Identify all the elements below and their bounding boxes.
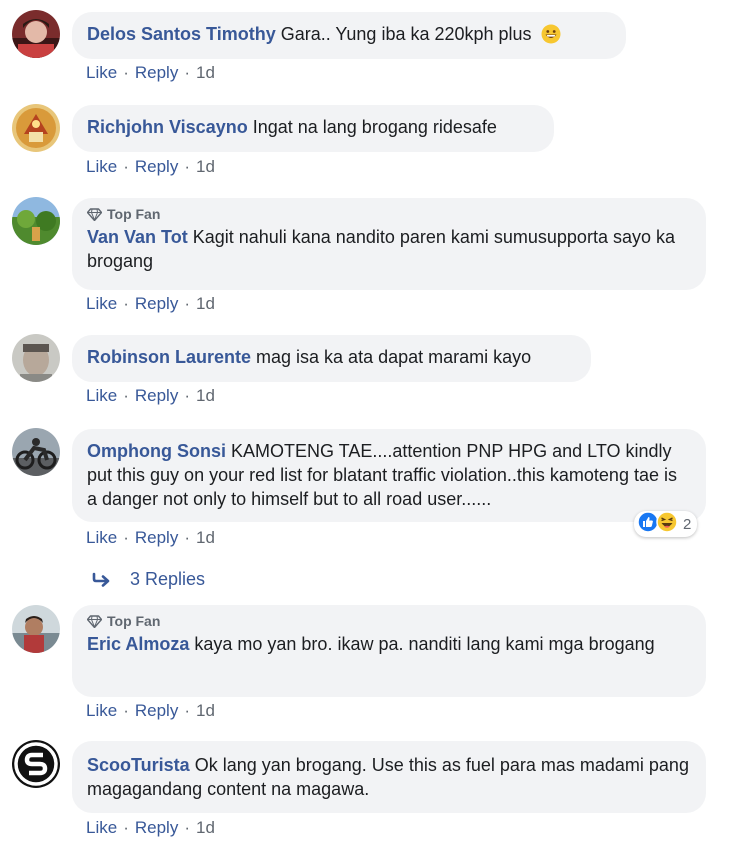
like-link[interactable]: Like [86, 294, 117, 313]
comment-timestamp[interactable]: 1d [196, 63, 215, 82]
comment-author[interactable]: Omphong Sonsi [87, 441, 226, 461]
top-fan-badge: Top Fan [87, 205, 691, 223]
avatar[interactable] [12, 10, 60, 58]
avatar[interactable] [12, 104, 60, 152]
comment-timestamp[interactable]: 1d [196, 294, 215, 313]
reaction-summary[interactable]: 2 [634, 511, 698, 537]
comment-text: Gara.. Yung iba ka 220kph plus [280, 24, 532, 44]
like-link[interactable]: Like [86, 528, 117, 547]
separator: · [123, 528, 129, 547]
separator: · [123, 294, 129, 313]
avatar[interactable] [12, 605, 60, 653]
comment-author[interactable]: ScooTurista [87, 755, 190, 775]
comment-text: Ingat na lang brogang ridesafe [252, 117, 497, 137]
comment-author[interactable]: Eric Almoza [87, 634, 189, 654]
reply-link[interactable]: Reply [135, 818, 178, 837]
separator: · [184, 818, 190, 837]
view-replies-link[interactable]: 3 Replies [92, 567, 205, 591]
comment-actions: Like · Reply · 1d [86, 701, 215, 721]
comment-actions: Like · Reply · 1d [86, 818, 215, 838]
comment-author[interactable]: Delos Santos Timothy [87, 24, 276, 44]
diamond-icon [87, 207, 102, 221]
comment-timestamp[interactable]: 1d [196, 818, 215, 837]
separator: · [184, 157, 190, 176]
reply-link[interactable]: Reply [135, 63, 178, 82]
separator: · [184, 386, 190, 405]
separator: · [123, 386, 129, 405]
avatar[interactable] [12, 197, 60, 245]
like-link[interactable]: Like [86, 157, 117, 176]
separator: · [184, 63, 190, 82]
comment-timestamp[interactable]: 1d [196, 528, 215, 547]
comment-timestamp[interactable]: 1d [196, 157, 215, 176]
reply-link[interactable]: Reply [135, 294, 178, 313]
separator: · [123, 63, 129, 82]
haha-reaction-icon [656, 511, 678, 537]
like-link[interactable]: Like [86, 63, 117, 82]
reply-link[interactable]: Reply [135, 157, 178, 176]
comment-author[interactable]: Van Van Tot [87, 227, 188, 247]
comment-text: kaya mo yan bro. ikaw pa. nanditi lang k… [194, 634, 655, 654]
separator: · [123, 818, 129, 837]
comment-bubble: ScooTurista Ok lang yan brogang. Use this… [72, 741, 706, 813]
comment-actions: Like · Reply · 1d [86, 294, 215, 314]
like-link[interactable]: Like [86, 818, 117, 837]
comment-bubble: Richjohn Viscayno Ingat na lang brogang r… [72, 105, 554, 152]
comment-author[interactable]: Robinson Laurente [87, 347, 251, 367]
separator: · [123, 157, 129, 176]
reply-link[interactable]: Reply [135, 386, 178, 405]
comment-bubble: Robinson Laurente mag isa ka ata dapat ma… [72, 335, 591, 382]
comment-actions: Like · Reply · 1d [86, 157, 215, 177]
comment-timestamp[interactable]: 1d [196, 701, 215, 720]
separator: · [184, 528, 190, 547]
reaction-count: 2 [683, 515, 692, 533]
comment-bubble: Omphong Sonsi KAMOTENG TAE....attention P… [72, 429, 706, 522]
comment-actions: Like · Reply · 1d [86, 528, 215, 548]
replies-count-label[interactable]: 3 Replies [130, 567, 205, 591]
reply-link[interactable]: Reply [135, 528, 178, 547]
comment-actions: Like · Reply · 1d [86, 386, 215, 406]
diamond-icon [87, 614, 102, 628]
avatar[interactable] [12, 740, 60, 788]
top-fan-badge: Top Fan [87, 612, 691, 630]
comment-bubble: Top Fan Eric Almoza kaya mo yan bro. ikaw… [72, 605, 706, 697]
comment-actions: Like · Reply · 1d [86, 63, 215, 83]
like-link[interactable]: Like [86, 386, 117, 405]
reply-link[interactable]: Reply [135, 701, 178, 720]
like-link[interactable]: Like [86, 701, 117, 720]
comment-text: mag isa ka ata dapat marami kayo [256, 347, 532, 367]
separator: · [184, 701, 190, 720]
avatar[interactable] [12, 334, 60, 382]
comment-timestamp[interactable]: 1d [196, 386, 215, 405]
grinning-face-icon [541, 24, 561, 50]
comment-author[interactable]: Richjohn Viscayno [87, 117, 248, 137]
separator: · [123, 701, 129, 720]
separator: · [184, 294, 190, 313]
comment-bubble: Delos Santos Timothy Gara.. Yung iba ka 2… [72, 12, 626, 59]
avatar[interactable] [12, 428, 60, 476]
reply-arrow-icon [92, 572, 110, 587]
comment-bubble: Top Fan Van Van Tot Kagit nahuli kana nan… [72, 198, 706, 290]
